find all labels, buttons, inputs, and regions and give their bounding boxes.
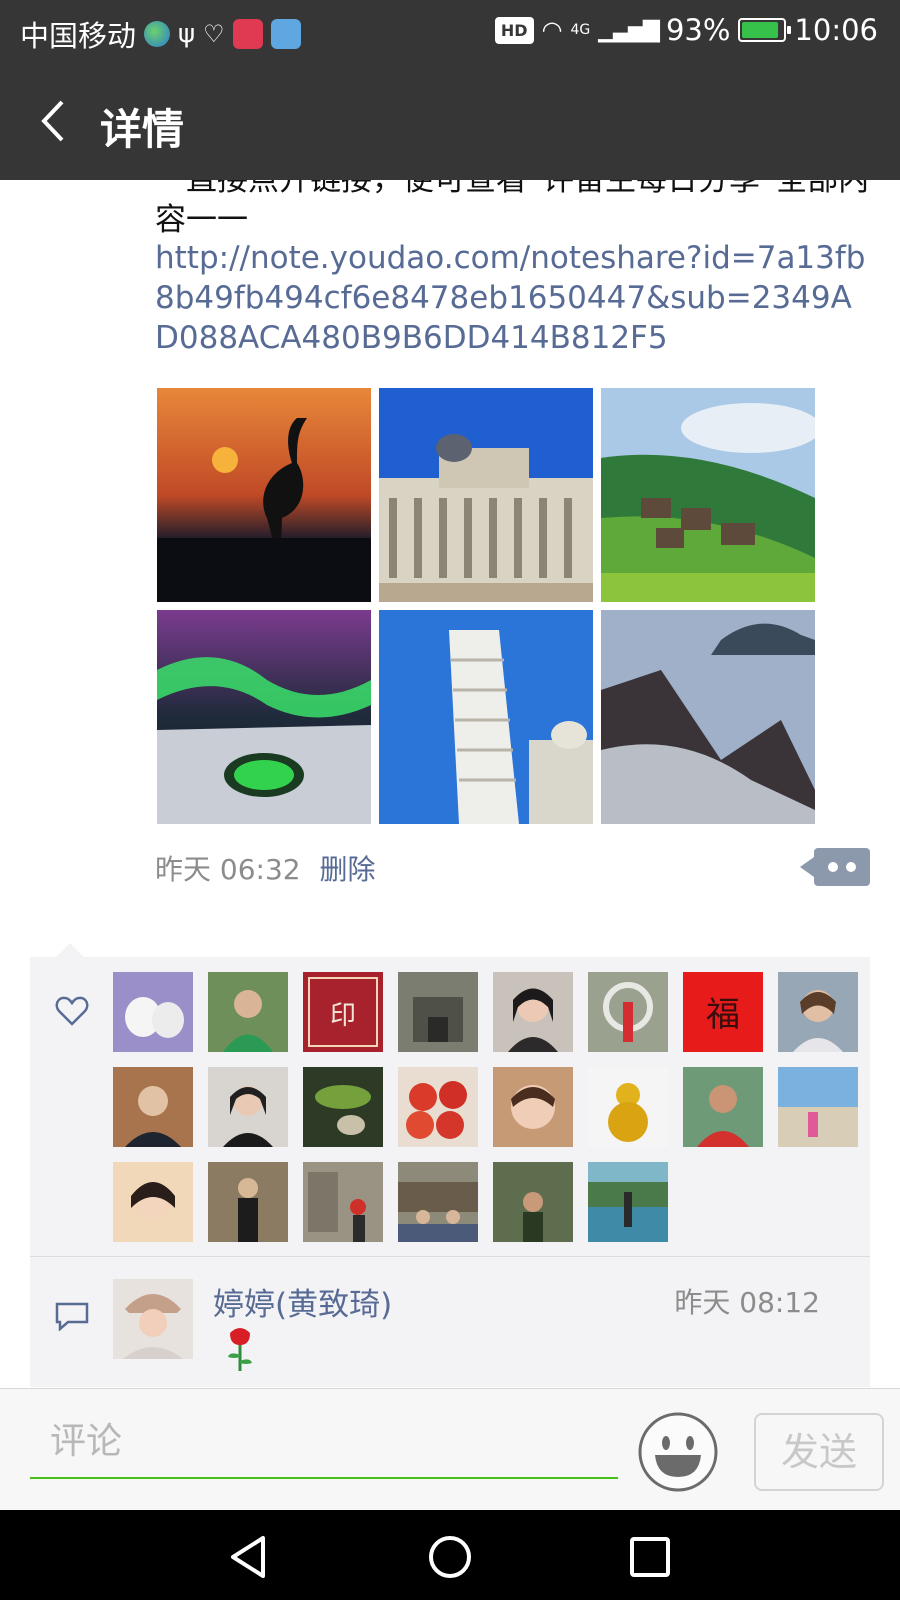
comment-icon [55, 1302, 89, 1331]
avatar[interactable] [208, 972, 288, 1052]
likes-section: 印 福 [30, 957, 870, 1257]
avatar[interactable] [398, 1162, 478, 1242]
back-arrow-icon[interactable] [32, 96, 82, 146]
photo-village[interactable] [601, 388, 815, 602]
avatar[interactable] [778, 972, 858, 1052]
send-button[interactable]: 发送 [754, 1413, 884, 1491]
rose-emoji-icon [228, 1328, 252, 1371]
post-time: 昨天 06:32 [155, 853, 301, 886]
avatar[interactable] [398, 972, 478, 1052]
hd-icon: HD [494, 16, 534, 44]
heart-icon [55, 996, 89, 1026]
dot-icon [846, 862, 856, 872]
title-bar: 详情 [0, 62, 900, 180]
commenter-name[interactable]: 婷婷(黄致琦) [213, 1279, 392, 1324]
app-notification-icon [232, 19, 263, 49]
avatar[interactable]: 印 [303, 972, 383, 1052]
delete-link[interactable]: 删除 [320, 853, 376, 886]
avatar[interactable] [208, 1067, 288, 1147]
signal-icon: ▁▃▅▇ [598, 17, 660, 43]
photo-palace[interactable] [379, 388, 593, 602]
avatar[interactable] [113, 972, 193, 1052]
commenter-avatar[interactable] [113, 1279, 193, 1359]
photo-crane-sunset[interactable] [157, 388, 371, 602]
photo-leaning-tower[interactable] [379, 610, 593, 824]
avatar[interactable] [208, 1162, 288, 1242]
page-title: 详情 [100, 105, 185, 154]
comment-bar: 评论 发送 [0, 1388, 900, 1510]
emoji-icon[interactable] [637, 1411, 719, 1493]
svg-text:福: 福 [706, 995, 740, 1035]
system-nav-bar [0, 1510, 900, 1600]
nav-back-icon[interactable] [225, 1532, 275, 1582]
avatar[interactable] [493, 1067, 573, 1147]
battery-percent: 93% [665, 13, 731, 47]
wifi-icon: ◠ [541, 16, 563, 44]
avatar[interactable] [683, 1067, 763, 1147]
carrier-label: 中国移动 [20, 19, 137, 53]
post-detail[interactable]: 一直接点开链接，便可查看“评留生每日分享”全部内容一一 http://note.… [0, 180, 900, 1388]
avatar[interactable] [398, 1067, 478, 1147]
avatar[interactable] [588, 972, 668, 1052]
comment-time: 昨天 08:12 [674, 1286, 820, 1319]
photo-aurora[interactable] [157, 610, 371, 824]
nav-home-icon[interactable] [425, 1532, 475, 1582]
photo-rocky-coast[interactable] [601, 610, 815, 824]
comment-input[interactable]: 评论 [30, 1405, 618, 1479]
battery-icon [738, 18, 792, 42]
avatar[interactable] [588, 1162, 668, 1242]
nav-recent-icon[interactable] [625, 1532, 675, 1582]
avatar[interactable] [588, 1067, 668, 1147]
vpn-icon: ♡ [203, 20, 225, 48]
dot-icon [828, 862, 838, 872]
likes-comments-panel: 印 福 婷婷(黄致琦) 昨天 08:12 [30, 943, 870, 1387]
usb-icon: ψ [178, 19, 196, 49]
globe-icon [144, 21, 171, 47]
avatar[interactable] [303, 1162, 383, 1242]
avatar[interactable] [778, 1067, 858, 1147]
liker-avatars: 印 福 [113, 972, 858, 1242]
svg-text:印: 印 [330, 1001, 356, 1031]
avatar[interactable] [303, 1067, 383, 1147]
photo-grid [157, 388, 819, 824]
avatar[interactable] [113, 1067, 193, 1147]
avatar[interactable] [493, 1162, 573, 1242]
clock: 10:06 [794, 13, 878, 47]
comment-item[interactable]: 婷婷(黄致琦) 昨天 08:12 [30, 1257, 870, 1387]
avatar[interactable] [493, 972, 573, 1052]
network-label: 4G [570, 22, 591, 38]
post-text: 一直接点开链接，便可查看“评留生每日分享”全部内容一一 [155, 180, 870, 238]
post-meta: 昨天 06:32 删除 [155, 848, 376, 888]
status-bar: 中国移动 ψ ♡ HD ◠ 4G ▁▃▅▇ 93% 10:06 [0, 0, 900, 62]
telegram-icon [270, 19, 301, 49]
avatar[interactable]: 福 [683, 972, 763, 1052]
more-actions-button[interactable] [800, 848, 870, 886]
post-link[interactable]: http://note.youdao.com/noteshare?id=7a13… [155, 238, 875, 358]
avatar[interactable] [113, 1162, 193, 1242]
